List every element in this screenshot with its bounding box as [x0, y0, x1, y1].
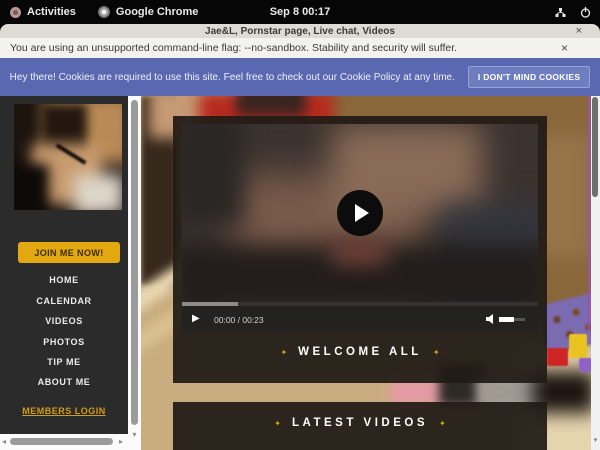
- warning-close-icon[interactable]: ×: [561, 41, 568, 55]
- star-icon: ✦: [280, 348, 287, 357]
- photo-blob: [74, 174, 122, 210]
- page-viewport: JOIN ME NOW! HOME CALENDAR VIDEOS PHOTOS…: [0, 96, 600, 450]
- bg-gift-purple: [579, 358, 591, 372]
- sidebar-item-videos[interactable]: VIDEOS: [0, 316, 128, 326]
- power-icon: [579, 6, 592, 19]
- star-icon: ✦: [433, 348, 440, 357]
- cookie-accept-button[interactable]: I DON'T MIND COOKIES: [468, 66, 590, 88]
- play-icon: [355, 204, 369, 222]
- volume-slider-fill[interactable]: [499, 317, 514, 322]
- video-section-panel: ▶ 00:00 / 00:23 ✦ WELCOME ALL ✦: [173, 116, 547, 383]
- members-login-link[interactable]: MEMBERS LOGIN: [0, 406, 128, 416]
- page-scroll-down-arrow-icon[interactable]: ▾: [591, 436, 600, 444]
- play-button[interactable]: ▶: [192, 313, 200, 324]
- latest-videos-panel: ✦ LATEST VIDEOS ✦: [173, 402, 547, 450]
- video-blob: [182, 124, 242, 224]
- activities-label: Activities: [27, 6, 76, 18]
- big-play-button[interactable]: [337, 190, 383, 236]
- scroll-left-arrow-icon[interactable]: ◂: [2, 437, 6, 446]
- page-scrollbar-thumb[interactable]: [592, 97, 598, 197]
- star-icon: ✦: [439, 419, 446, 428]
- sidebar-item-tip-me[interactable]: TIP ME: [0, 357, 128, 367]
- system-tray[interactable]: [554, 0, 592, 24]
- time-display: 00:00 / 00:23: [214, 315, 264, 325]
- horizontal-scrollbar-thumb[interactable]: [10, 438, 113, 445]
- star-icon: ✦: [274, 419, 281, 428]
- gnome-top-bar: Activities Google Chrome Sep 8 00:17: [0, 0, 600, 24]
- window-title-bar[interactable]: Jae&L, Pornstar page, Live chat, Videos …: [0, 24, 600, 38]
- welcome-heading: ✦ WELCOME ALL ✦: [173, 346, 547, 358]
- chrome-warning-bar: You are using an unsupported command-lin…: [0, 38, 600, 58]
- page-vertical-scrollbar[interactable]: ▾: [591, 96, 600, 450]
- cookie-banner: Hey there! Cookies are required to use t…: [0, 58, 600, 96]
- sidebar-item-about-me[interactable]: ABOUT ME: [0, 377, 128, 387]
- bg-gift-yellow: [569, 334, 587, 358]
- latest-videos-heading: ✦ LATEST VIDEOS ✦: [173, 417, 547, 429]
- join-me-now-button[interactable]: JOIN ME NOW!: [18, 242, 120, 263]
- focused-app-menu[interactable]: Google Chrome: [98, 6, 199, 18]
- clock[interactable]: Sep 8 00:17: [0, 6, 600, 18]
- volume-icon[interactable]: [485, 313, 497, 325]
- window-title: Jae&L, Pornstar page, Live chat, Videos: [205, 26, 395, 37]
- video-frame[interactable]: [182, 124, 538, 302]
- sidebar-item-home[interactable]: HOME: [0, 275, 128, 285]
- chrome-icon: [98, 6, 110, 18]
- sidebar-horizontal-scrollbar[interactable]: ◂ ▸: [0, 434, 128, 450]
- bg-hair: [236, 96, 306, 116]
- scroll-right-arrow-icon[interactable]: ▸: [119, 437, 123, 446]
- activities-icon: [10, 7, 21, 18]
- latest-videos-heading-text: LATEST VIDEOS: [292, 417, 428, 429]
- vertical-scrollbar-thumb[interactable]: [131, 100, 138, 425]
- bg-purple-edge: [588, 96, 590, 334]
- photo-blob: [14, 164, 49, 210]
- volume-slider-track[interactable]: [514, 318, 525, 321]
- bg-gift-red: [547, 348, 568, 366]
- welcome-heading-text: WELCOME ALL: [298, 346, 422, 358]
- video-controls-bar: ▶ 00:00 / 00:23: [182, 306, 538, 333]
- activities-button[interactable]: Activities: [10, 6, 76, 18]
- window-close-icon[interactable]: ×: [576, 25, 582, 37]
- sidebar-vertical-scrollbar[interactable]: ▾: [128, 96, 141, 450]
- network-icon: [554, 6, 567, 19]
- sidebar: JOIN ME NOW! HOME CALENDAR VIDEOS PHOTOS…: [0, 96, 128, 434]
- sidebar-item-calendar[interactable]: CALENDAR: [0, 296, 128, 306]
- video-blob: [332, 239, 387, 265]
- sidebar-item-photos[interactable]: PHOTOS: [0, 337, 128, 347]
- focused-app-label: Google Chrome: [116, 6, 199, 18]
- video-player[interactable]: ▶ 00:00 / 00:23: [182, 124, 538, 333]
- cookie-message: Hey there! Cookies are required to use t…: [10, 72, 455, 83]
- warning-text: You are using an unsupported command-lin…: [10, 42, 457, 54]
- model-photo[interactable]: [14, 104, 122, 210]
- scroll-down-arrow-icon[interactable]: ▾: [128, 430, 141, 439]
